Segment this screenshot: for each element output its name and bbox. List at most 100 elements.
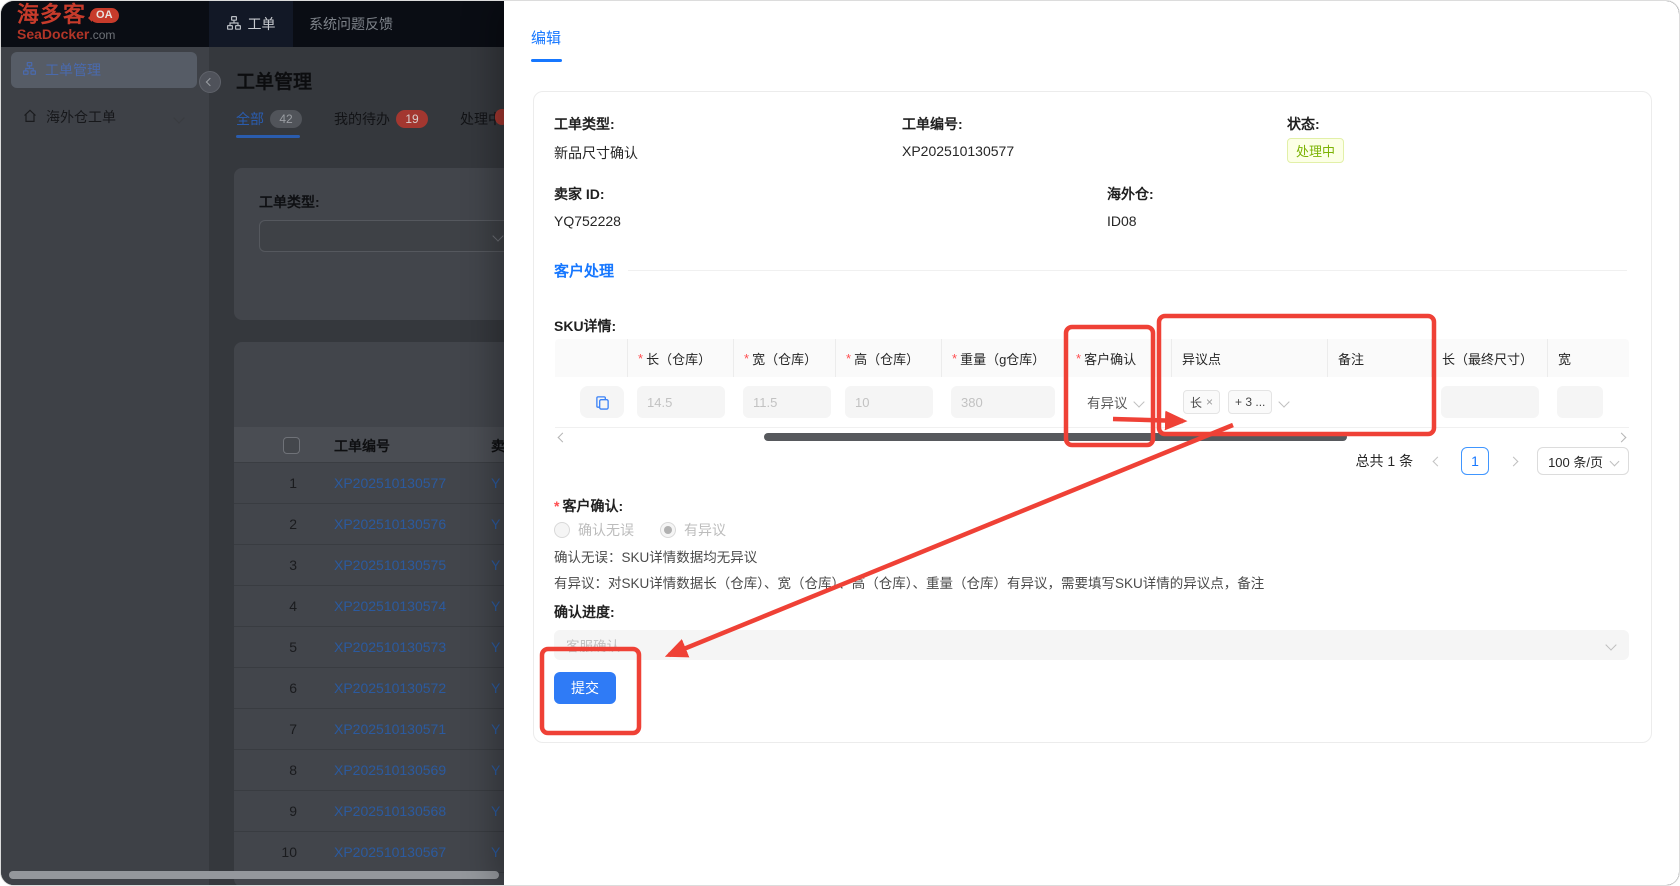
order-no-link[interactable]: XP202510130577: [334, 475, 446, 491]
confirm-progress-label: 确认进度:: [554, 602, 615, 622]
home-icon: [23, 109, 37, 126]
horizontal-scrollbar[interactable]: [9, 871, 499, 879]
logo-oa-badge: OA: [90, 8, 119, 23]
row-index: 10: [269, 844, 297, 860]
copy-button[interactable]: [580, 386, 624, 418]
pagination-total: 总共 1 条: [1356, 451, 1414, 471]
tab-my-todo-count: 19: [396, 110, 428, 128]
column-header-length: *长（仓库）: [627, 339, 733, 377]
confirm-progress-select[interactable]: 客服确认: [554, 630, 1629, 660]
tab-all[interactable]: 全部 42: [236, 109, 302, 129]
scroll-left-icon[interactable]: [558, 433, 568, 443]
workorder-detail-card: 工单类型: 新品尺寸确认 工单编号: XP202510130577 状态: 处理…: [533, 91, 1652, 743]
sku-table-header: *长（仓库） *宽（仓库） *高（仓库） *重量（g仓库） *客户确认 异议点 …: [555, 339, 1629, 377]
objection-multiselect[interactable]: 长× + 3 ...: [1183, 390, 1288, 414]
column-header-actions: [555, 339, 627, 377]
order-no-link[interactable]: XP202510130576: [334, 516, 446, 532]
order-no-link[interactable]: XP202510130571: [334, 721, 446, 737]
tab-my-todo-label: 我的待办: [334, 109, 390, 129]
customer-confirm-select[interactable]: 有异议: [1087, 392, 1143, 412]
warehouse-value: ID08: [1107, 213, 1137, 229]
select-all-checkbox[interactable]: [283, 437, 300, 454]
column-header-objection: 异议点: [1171, 339, 1327, 377]
tab-my-todo[interactable]: 我的待办 19: [334, 109, 428, 129]
column-header-seller-partial: 卖: [491, 436, 505, 456]
customer-confirm-radios: 确认无误 有异议: [554, 520, 726, 540]
current-page-button[interactable]: 1: [1461, 447, 1489, 475]
column-header-final-width: 宽: [1547, 339, 1629, 377]
tab-all-count: 42: [270, 110, 302, 128]
section-divider: [628, 270, 1627, 271]
page-title: 工单管理: [236, 67, 312, 94]
order-no-link[interactable]: XP202510130569: [334, 762, 446, 778]
seller-partial: Y: [491, 516, 500, 532]
final-width-input[interactable]: [1557, 386, 1603, 418]
org-chart-icon: [23, 62, 36, 78]
copy-icon: [595, 395, 610, 410]
sidebar-item-workorder-mgmt[interactable]: 工单管理: [11, 52, 197, 88]
radio-option-has-objection[interactable]: 有异议: [660, 520, 726, 540]
order-no-link[interactable]: XP202510130573: [334, 639, 446, 655]
objection-tag[interactable]: 长×: [1183, 390, 1220, 414]
weight-input[interactable]: 380: [951, 386, 1055, 418]
radio-icon: [554, 522, 570, 538]
radio-option-no-objection[interactable]: 确认无误: [554, 520, 634, 540]
width-input[interactable]: 11.5: [743, 386, 831, 418]
seller-partial: Y: [491, 680, 500, 696]
nav-feedback-label: 系统问题反馈: [309, 14, 393, 34]
page-size-select[interactable]: 100 条/页: [1537, 447, 1629, 475]
chevron-down-icon: [175, 109, 183, 125]
tab-edit[interactable]: 编辑: [531, 27, 561, 48]
objection-more-tag[interactable]: + 3 ...: [1228, 390, 1272, 414]
order-no-link[interactable]: XP202510130575: [334, 557, 446, 573]
sku-table: *长（仓库） *宽（仓库） *高（仓库） *重量（g仓库） *客户确认 异议点 …: [555, 339, 1629, 446]
seller-partial: Y: [491, 475, 500, 491]
order-no-link[interactable]: XP202510130567: [334, 844, 446, 860]
workorder-type-select[interactable]: [259, 220, 514, 252]
remark-cell[interactable]: [1327, 377, 1431, 427]
required-mark: *: [846, 351, 851, 366]
active-tab-indicator: [236, 135, 300, 138]
order-no-value: XP202510130577: [902, 143, 1014, 159]
app-logo[interactable]: 海多客 OA SeaDocker.com: [17, 4, 119, 41]
scroll-right-icon[interactable]: [1617, 433, 1627, 443]
sidebar-item-label: 海外仓工单: [46, 107, 116, 127]
customer-confirm-label: *客户确认:: [554, 496, 623, 516]
nav-item-feedback[interactable]: 系统问题反馈: [309, 1, 393, 47]
sidebar-collapse-button[interactable]: [199, 71, 221, 93]
column-header-final-length: 长（最终尺寸）: [1431, 339, 1547, 377]
help-text-no-objection: 确认无误：SKU详情数据均无异议: [554, 546, 757, 566]
column-header-customer-confirm: *客户确认: [1065, 339, 1171, 377]
order-no-link[interactable]: XP202510130574: [334, 598, 446, 614]
height-input[interactable]: 10: [845, 386, 933, 418]
submit-button[interactable]: 提交: [554, 672, 616, 704]
edit-drawer: 编辑 工单类型: 新品尺寸确认 工单编号: XP202510130577 状态:…: [504, 1, 1679, 885]
final-length-input[interactable]: [1441, 386, 1539, 418]
order-no-link[interactable]: XP202510130572: [334, 680, 446, 696]
chevron-left-icon: [1432, 456, 1442, 466]
seller-id-value: YQ752228: [554, 213, 621, 229]
logo-tld: .com: [89, 28, 115, 42]
pagination: 总共 1 条 1 100 条/页: [554, 447, 1629, 475]
sku-detail-label: SKU详情:: [554, 316, 616, 336]
sku-table-scrollbar[interactable]: [555, 430, 1629, 446]
remove-tag-icon[interactable]: ×: [1206, 395, 1213, 409]
required-mark: *: [1076, 351, 1081, 366]
next-page-button[interactable]: [1499, 447, 1527, 475]
radio-checked-icon: [660, 522, 676, 538]
scrollbar-thumb[interactable]: [764, 433, 1347, 441]
type-value: 新品尺寸确认: [554, 143, 638, 163]
org-chart-icon: [227, 16, 241, 33]
row-index: 1: [269, 475, 297, 491]
nav-item-workorder[interactable]: 工单: [209, 1, 293, 47]
length-input[interactable]: 14.5: [637, 386, 725, 418]
prev-page-button[interactable]: [1423, 447, 1451, 475]
order-no-link[interactable]: XP202510130568: [334, 803, 446, 819]
seller-partial: Y: [491, 844, 500, 860]
sidebar-item-overseas-workorder[interactable]: 海外仓工单: [11, 99, 197, 135]
column-header-width: *宽（仓库）: [733, 339, 835, 377]
row-index: 4: [269, 598, 297, 614]
tab-all-label: 全部: [236, 109, 264, 129]
column-header-order-no: 工单编号: [334, 436, 390, 456]
row-index: 3: [269, 557, 297, 573]
